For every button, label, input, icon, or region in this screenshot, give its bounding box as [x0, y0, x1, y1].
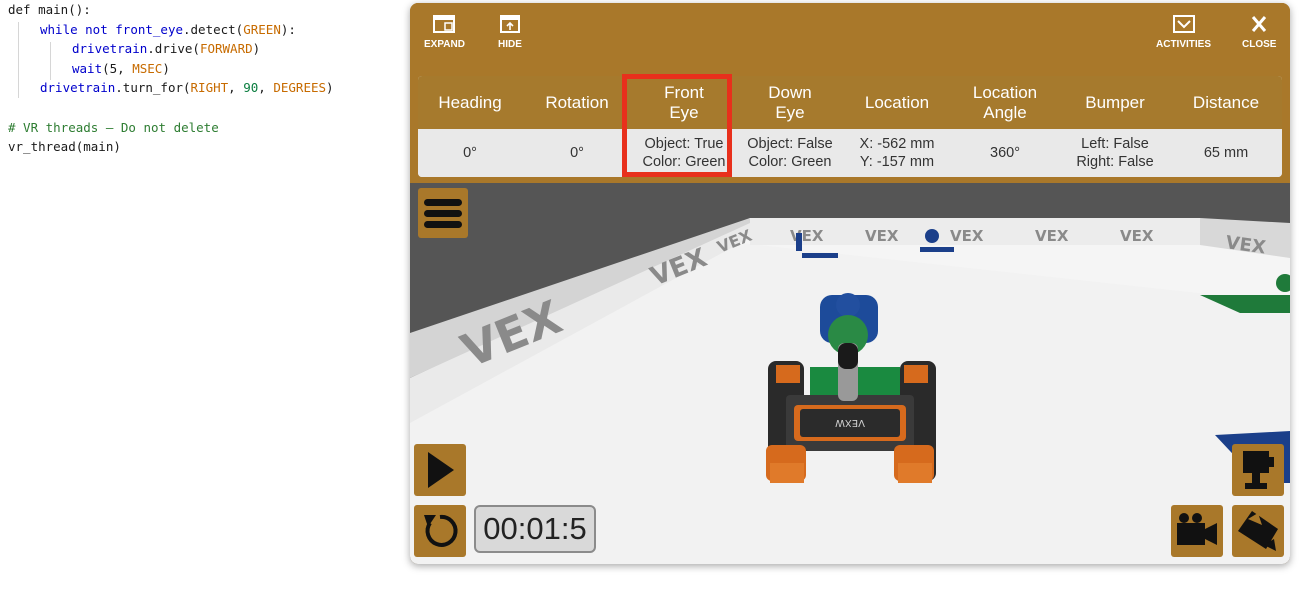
play-button[interactable]: [414, 444, 466, 496]
hamburger-icon: [424, 199, 462, 228]
sensor-value-row: 0° 0° Object: True Color: Green Object: Fal…: [418, 129, 1282, 177]
code-line[interactable]: drivetrain.drive(FORWARD): [8, 39, 334, 59]
sensor-header-row: Heading Rotation Front Eye Down Eye Location…: [418, 76, 1282, 129]
front-eye-highlight-box: [622, 74, 732, 177]
timer-display: 00:01:5: [474, 505, 596, 553]
sensor-header-distance: Distance: [1192, 92, 1260, 112]
play-icon: [428, 452, 454, 488]
activities-button[interactable]: ACTIVITIES: [1156, 15, 1211, 50]
sensor-header-down-eye: Down Eye: [768, 82, 812, 122]
wall-logo-4: VEX: [790, 227, 824, 245]
robot-plate-label: VEXW: [835, 417, 865, 428]
code-token: drivetrain: [72, 41, 148, 57]
toolbar: EXPAND HIDE ACTIVITIES CLOSE: [410, 3, 1290, 69]
code-token: def: [8, 2, 39, 17]
indent-guide: [50, 42, 51, 80]
code-token: GREEN: [243, 21, 281, 37]
code-token: drivetrain: [40, 80, 116, 96]
indent-guide: [18, 22, 19, 98]
code-token: ,: [258, 80, 274, 96]
code-token: .turn_for(: [115, 80, 191, 96]
code-line[interactable]: wait(5, MSEC): [8, 59, 334, 79]
sensor-value-bumper: Left: False Right: False: [1076, 136, 1154, 170]
sensor-header-rotation: Rotation: [545, 92, 609, 112]
sensor-header-location: Location: [864, 92, 930, 112]
activities-icon: [1172, 15, 1195, 33]
code-line[interactable]: drivetrain.turn_for(RIGHT, 90, DEGREES): [8, 78, 334, 98]
code-token: FORWARD: [199, 41, 253, 57]
code-line[interactable]: # VR threads — Do not delete: [8, 118, 334, 138]
code-token: (5,: [102, 60, 133, 76]
sensor-header-heading: Heading: [438, 92, 502, 112]
sensor-dashboard: Heading Rotation Front Eye Down Eye Location…: [418, 76, 1282, 177]
code-editor[interactable]: def main(): while not front_eye.detect(GR…: [8, 0, 334, 157]
code-line[interactable]: [8, 98, 334, 118]
code-token: DEGREES: [273, 80, 327, 96]
follow-camera-button[interactable]: [1171, 505, 1223, 557]
code-token: vr_thread: [8, 139, 76, 155]
reset-icon: [424, 514, 458, 547]
camera-view-button[interactable]: [1232, 444, 1284, 496]
code-token: RIGHT: [190, 80, 229, 96]
angled-camera-icon: [1238, 511, 1278, 551]
close-button[interactable]: CLOSE: [1242, 15, 1276, 50]
menu-button[interactable]: [418, 188, 468, 238]
code-token: # VR threads — Do not delete: [8, 119, 219, 135]
expand-label: EXPAND: [424, 39, 465, 50]
code-token: front_eye: [115, 21, 183, 37]
code-token: ,: [228, 80, 244, 96]
hide-icon: [499, 15, 520, 33]
activities-label: ACTIVITIES: [1156, 39, 1212, 50]
sensor-value-location-angle: 360°: [990, 145, 1020, 161]
code-token: .drive(: [147, 41, 200, 57]
sensor-header-bumper: Bumper: [1085, 92, 1145, 112]
sensor-value-rotation: 0°: [570, 145, 584, 161]
code-token: ):: [280, 21, 296, 37]
sensor-value-distance: 65 mm: [1203, 145, 1249, 161]
sensor-value-down-eye: Object: False Color: Green: [747, 136, 833, 170]
close-label: CLOSE: [1242, 39, 1277, 50]
vr-playground-panel: EXPAND HIDE ACTIVITIES CLOSE Heading Rota…: [410, 3, 1290, 564]
video-camera-icon: [1177, 513, 1217, 545]
code-line[interactable]: while not front_eye.detect(GREEN):: [8, 20, 334, 40]
hide-button[interactable]: HIDE: [498, 15, 522, 50]
robot-camera-icon: [1243, 451, 1274, 489]
code-token: ): [252, 41, 261, 57]
code-token: wait: [72, 60, 103, 76]
top-camera-button[interactable]: [1232, 505, 1284, 557]
close-icon: [1252, 16, 1267, 32]
expand-icon: [433, 15, 456, 33]
code-token: MSEC: [132, 60, 163, 76]
code-token: ): [162, 60, 170, 76]
code-token: main():: [38, 2, 91, 17]
sensor-value-heading: 0°: [463, 145, 477, 161]
expand-button[interactable]: EXPAND: [424, 15, 465, 50]
code-token: 90: [243, 80, 259, 96]
code-line[interactable]: vr_thread(main): [8, 137, 334, 157]
code-line[interactable]: def main():: [8, 0, 334, 20]
wall-logo-8: VEX: [1120, 227, 1154, 245]
sensor-value-location: X: -562 mm Y: -157 mm: [859, 136, 935, 170]
reset-button[interactable]: [414, 505, 466, 557]
code-token: .detect(: [183, 21, 244, 37]
hide-label: HIDE: [498, 39, 522, 50]
code-token: ): [326, 80, 334, 96]
code-token: (main): [75, 139, 121, 155]
code-token: while not: [40, 21, 116, 37]
sensor-header-location-angle: Location Angle: [972, 82, 1038, 122]
wall-logo-6: VEX: [950, 227, 984, 245]
wall-logo-5: VEX: [865, 227, 899, 245]
wall-logo-7: VEX: [1035, 227, 1069, 245]
